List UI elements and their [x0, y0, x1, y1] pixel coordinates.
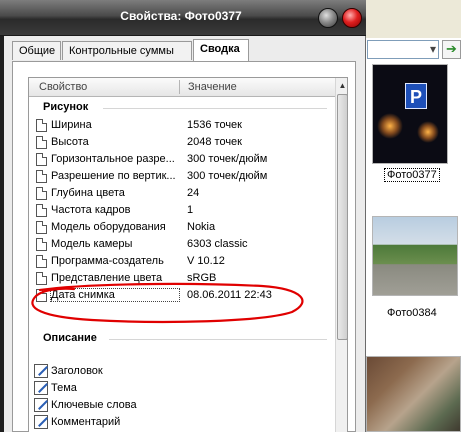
- table-row[interactable]: Модель камеры 6303 classic: [29, 236, 335, 253]
- properties-list[interactable]: Свойство Значение Рисунок Ширина 1536 точ…: [28, 77, 348, 432]
- property-value: 300 точек/дюйм: [187, 170, 268, 182]
- thumbnail-photo-0377[interactable]: P: [372, 64, 448, 164]
- table-row[interactable]: Частота кадров 1: [29, 202, 335, 219]
- document-icon: [36, 136, 47, 149]
- thumbnail-label[interactable]: Фото0377: [384, 168, 440, 182]
- close-button[interactable]: [342, 8, 362, 28]
- properties-dialog: Свойства: Фото0377 Общие Контрольные сум…: [0, 0, 366, 432]
- property-name: Частота кадров: [51, 204, 131, 216]
- window-title: Свойства: Фото0377: [120, 9, 242, 23]
- table-row[interactable]: Заголовок: [29, 363, 335, 380]
- tab-checksums[interactable]: Контрольные суммы: [62, 41, 192, 60]
- property-name: Разрешение по вертик...: [51, 170, 176, 182]
- document-icon: [36, 221, 47, 234]
- table-row[interactable]: Глубина цвета 24: [29, 185, 335, 202]
- group-divider: [109, 339, 327, 340]
- table-row[interactable]: Разрешение по вертик... 300 точек/дюйм: [29, 168, 335, 185]
- property-name: Ширина: [51, 119, 92, 131]
- property-name: Модель оборудования: [51, 221, 166, 233]
- table-row[interactable]: Тема: [29, 380, 335, 397]
- minimize-button[interactable]: [318, 8, 338, 28]
- group-title-description: Описание: [43, 332, 97, 344]
- edit-pencil-icon: [34, 364, 48, 378]
- column-header-property[interactable]: Свойство: [39, 81, 87, 93]
- summary-panel: Свойство Значение Рисунок Ширина 1536 точ…: [12, 61, 356, 432]
- parking-sign: P: [405, 83, 427, 109]
- property-name: Высота: [51, 136, 89, 148]
- property-value: 6303 classic: [187, 238, 248, 250]
- table-row[interactable]: Высота 2048 точек: [29, 134, 335, 151]
- property-name: Дата снимка: [50, 288, 180, 302]
- scrollbar-thumb[interactable]: [337, 94, 347, 340]
- table-row[interactable]: Ширина 1536 точек: [29, 117, 335, 134]
- document-icon: [36, 255, 47, 268]
- property-name: Тема: [51, 382, 77, 394]
- document-icon: [36, 272, 47, 285]
- chevron-down-icon[interactable]: ▾: [430, 42, 436, 56]
- thumbnail-photo-0384[interactable]: [372, 216, 458, 296]
- table-row[interactable]: Дата снимка 08.06.2011 22:43: [29, 287, 335, 304]
- document-icon: [36, 289, 47, 302]
- scroll-up-icon[interactable]: ▲: [336, 79, 347, 93]
- property-value: 08.06.2011 22:43: [187, 289, 272, 301]
- edit-pencil-icon: [34, 415, 48, 429]
- column-header-value[interactable]: Значение: [188, 81, 237, 93]
- property-value: 1: [187, 204, 194, 216]
- edit-pencil-icon: [34, 398, 48, 412]
- property-name: Глубина цвета: [51, 187, 125, 199]
- table-row[interactable]: Ключевые слова: [29, 397, 335, 414]
- table-row[interactable]: Горизонтальное разре... 300 точек/дюйм: [29, 151, 335, 168]
- property-name: Программа-создатель: [51, 255, 164, 267]
- street-light: [417, 121, 439, 143]
- property-name: Модель камеры: [51, 238, 133, 250]
- browser-toolbar: [366, 0, 461, 38]
- document-icon: [36, 119, 47, 132]
- street-light: [377, 113, 403, 139]
- document-icon: [36, 204, 47, 217]
- tab-summary[interactable]: Сводка: [193, 39, 249, 61]
- group-divider: [103, 108, 327, 109]
- tab-general[interactable]: Общие: [12, 41, 61, 60]
- thumbnail-photo[interactable]: [366, 356, 461, 432]
- vertical-scrollbar[interactable]: ▲: [335, 78, 347, 432]
- thumbnail-label[interactable]: Фото0384: [387, 307, 437, 319]
- table-row[interactable]: Программа-создатель V 10.12: [29, 253, 335, 270]
- title-bar[interactable]: Свойства: Фото0377: [0, 0, 366, 36]
- edit-pencil-icon: [34, 381, 48, 395]
- property-value: sRGB: [187, 272, 217, 284]
- property-value: 2048 точек: [187, 136, 242, 148]
- window-edge: [0, 36, 4, 432]
- document-icon: [36, 170, 47, 183]
- document-icon: [36, 187, 47, 200]
- table-row[interactable]: Комментарий: [29, 414, 335, 431]
- property-name: Заголовок: [51, 365, 103, 377]
- property-name: Ключевые слова: [51, 399, 137, 411]
- property-name: Комментарий: [51, 416, 121, 428]
- table-row[interactable]: Представление цвета sRGB: [29, 270, 335, 287]
- document-icon: [36, 238, 47, 251]
- table-row[interactable]: Модель оборудования Nokia: [29, 219, 335, 236]
- go-arrow-icon[interactable]: ➔: [442, 40, 461, 59]
- property-value: 24: [187, 187, 200, 199]
- group-title-image: Рисунок: [43, 101, 89, 113]
- property-value: V 10.12: [187, 255, 225, 267]
- address-bar[interactable]: ▾: [367, 40, 439, 59]
- property-value: 1536 точек: [187, 119, 242, 131]
- property-name: Горизонтальное разре...: [51, 153, 175, 165]
- list-header: Свойство Значение: [29, 78, 335, 97]
- property-name: Представление цвета: [51, 272, 163, 284]
- property-value: Nokia: [187, 221, 216, 233]
- document-icon: [36, 153, 47, 166]
- property-value: 300 точек/дюйм: [187, 153, 268, 165]
- column-divider[interactable]: [179, 80, 180, 94]
